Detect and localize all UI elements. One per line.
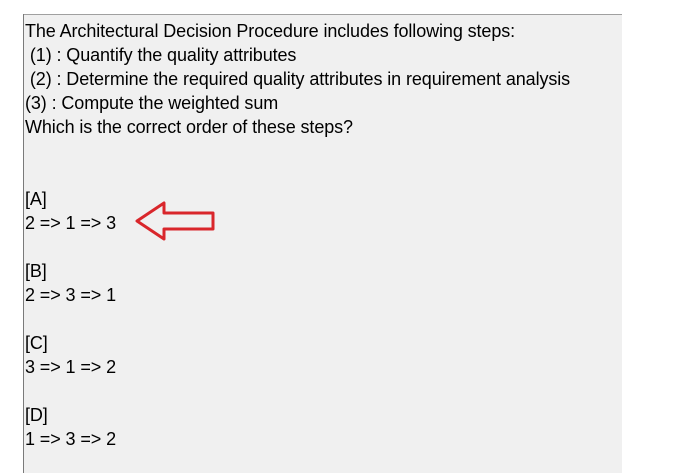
- panel-top-border: [23, 14, 622, 15]
- left-arrow-icon: [135, 201, 215, 241]
- option-b-answer: 2 => 3 => 1: [25, 285, 116, 305]
- question-step-3: (3) : Compute the weighted sum: [25, 93, 279, 113]
- option-a-answer: 2 => 1 => 3: [25, 213, 116, 233]
- option-d-answer: 1 => 3 => 2: [25, 429, 116, 449]
- panel-left-border: [23, 14, 24, 473]
- option-c-answer: 3 => 1 => 2: [25, 357, 116, 377]
- question-prompt: Which is the correct order of these step…: [25, 117, 353, 137]
- question-step-1: (1) : Quantify the quality attributes: [25, 45, 297, 65]
- panel-margin: [0, 14, 23, 473]
- option-c-label: [C]: [25, 333, 48, 353]
- option-a-label: [A]: [25, 189, 47, 209]
- question-intro: The Architectural Decision Procedure inc…: [25, 21, 516, 41]
- question-step-2: (2) : Determine the required quality att…: [25, 69, 571, 89]
- option-b-label: [B]: [25, 261, 47, 281]
- option-d-label: [D]: [25, 405, 48, 425]
